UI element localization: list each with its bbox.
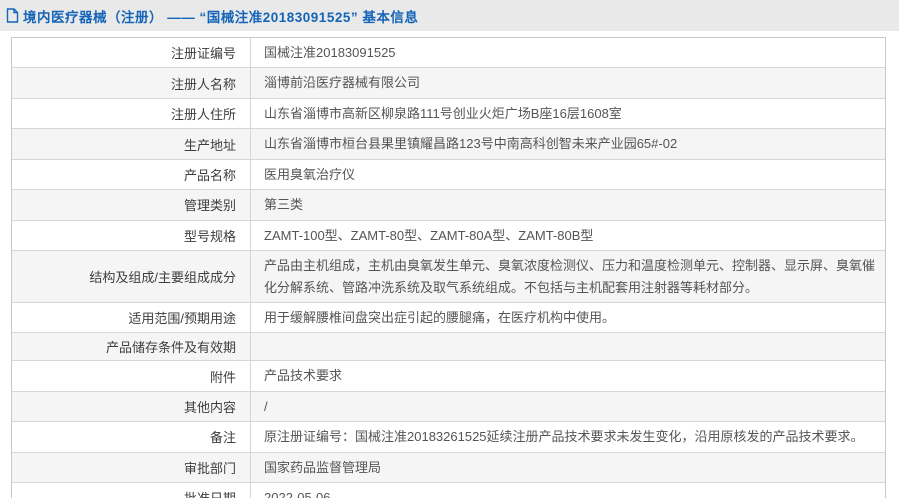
row-label: 附件 — [12, 361, 251, 391]
row-label: 管理类别 — [12, 190, 251, 220]
table-row: 结构及组成/主要组成成分 产品由主机组成，主机由臭氧发生单元、臭氧浓度检测仪、压力… — [12, 251, 885, 303]
table-row: 批准日期 2022-05-06 — [12, 483, 885, 498]
row-value: 医用臭氧治疗仪 — [264, 166, 356, 182]
row-value: 产品由主机组成，主机由臭氧发生单元、臭氧浓度检测仪、压力和温度检测单元、控制器、… — [264, 258, 876, 295]
row-label: 注册人住所 — [12, 98, 251, 129]
row-value: 山东省淄博市高新区柳泉路111号创业火炬广场B座16层1608室 — [264, 105, 622, 121]
page-header: 境内医疗器械（注册） —— “国械注准20183091525” 基本信息 — [0, 0, 899, 31]
row-value — [251, 333, 885, 360]
table-row: 注册人住所 山东省淄博市高新区柳泉路111号创业火炬广场B座16层1608室 — [12, 98, 885, 130]
table-row: 备注 原注册证编号：国械注准20183261525延续注册产品技术要求未发生变化，… — [12, 422, 885, 453]
row-label: 注册人名称 — [12, 68, 251, 98]
row-label: 审批部门 — [12, 452, 251, 483]
table-row: 产品储存条件及有效期 — [12, 333, 885, 362]
row-label: 注册证编号 — [12, 38, 251, 68]
table-row: 附件 产品技术要求 — [12, 361, 885, 392]
page-title: 境内医疗器械（注册） —— “国械注准20183091525” 基本信息 — [23, 9, 419, 25]
row-value: 原注册证编号：国械注准20183261525延续注册产品技术要求未发生变化，沿用… — [264, 429, 864, 445]
table-row: 管理类别 第三类 — [12, 190, 885, 221]
row-value: ZAMT-100型、ZAMT-80型、ZAMT-80A型、ZAMT-80B型 — [264, 227, 594, 243]
row-label: 结构及组成/主要组成成分 — [12, 251, 251, 302]
row-value: / — [264, 398, 268, 414]
table-row: 产品名称 医用臭氧治疗仪 — [12, 159, 885, 191]
row-value: 淄博前沿医疗器械有限公司 — [264, 75, 421, 91]
row-label: 备注 — [12, 422, 251, 452]
table-row: 型号规格 ZAMT-100型、ZAMT-80型、ZAMT-80A型、ZAMT-80… — [12, 220, 885, 252]
table-row: 其他内容 / — [12, 391, 885, 423]
registration-info-table: 注册证编号 国械注准20183091525 注册人名称 淄博前沿医疗器械有限公司 注… — [11, 37, 886, 498]
row-value: 山东省淄博市桓台县果里镇耀昌路123号中南高科创智未来产业园65#-02 — [264, 136, 678, 152]
row-value: 产品技术要求 — [264, 368, 343, 384]
row-label: 批准日期 — [12, 483, 251, 498]
row-value: 国械注准20183091525 — [264, 45, 396, 60]
row-value: 用于缓解腰椎间盘突出症引起的腰腿痛，在医疗机构中使用。 — [264, 309, 616, 325]
row-label: 生产地址 — [12, 129, 251, 159]
document-icon — [6, 8, 19, 23]
table-row: 生产地址 山东省淄博市桓台县果里镇耀昌路123号中南高科创智未来产业园65#-02 — [12, 129, 885, 160]
row-value: 第三类 — [264, 197, 304, 213]
row-value: 2022-05-06 — [264, 490, 331, 498]
table-row: 适用范围/预期用途 用于缓解腰椎间盘突出症引起的腰腿痛，在医疗机构中使用。 — [12, 302, 885, 334]
row-label: 型号规格 — [12, 220, 251, 251]
table-row: 审批部门 国家药品监督管理局 — [12, 452, 885, 484]
row-label: 适用范围/预期用途 — [12, 302, 251, 333]
row-value: 国家药品监督管理局 — [264, 459, 382, 475]
row-label: 产品名称 — [12, 159, 251, 190]
table-row: 注册证编号 国械注准20183091525 — [12, 38, 885, 69]
table-row: 注册人名称 淄博前沿医疗器械有限公司 — [12, 68, 885, 99]
row-label: 其他内容 — [12, 391, 251, 422]
row-label: 产品储存条件及有效期 — [12, 333, 251, 361]
